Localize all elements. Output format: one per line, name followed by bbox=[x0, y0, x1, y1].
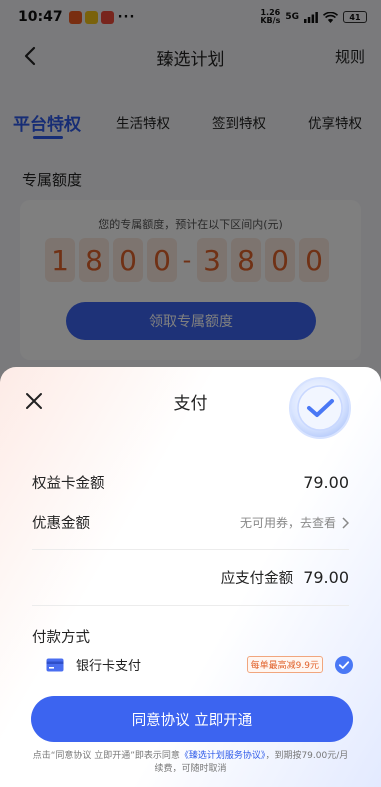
bank-card-label: 银行卡支付 bbox=[76, 659, 142, 674]
discount-label: 优惠金额 bbox=[32, 516, 90, 532]
payment-method-title: 付款方式 bbox=[32, 630, 90, 646]
payable-label: 应支付金额 bbox=[220, 571, 294, 587]
agreement-text: 点击“同意协议 立即开通”即表示同意《臻选计划服务协议》，到期按79.00元/月… bbox=[30, 750, 351, 776]
service-agreement-link[interactable]: 《臻选计划服务协议》 bbox=[180, 751, 266, 761]
benefit-card-amount: 79.00 bbox=[303, 473, 349, 492]
payable-row: 应支付金额 79.00 bbox=[221, 567, 349, 588]
benefit-card-row: 权益卡金额 79.00 bbox=[32, 472, 349, 493]
chevron-right-icon bbox=[342, 516, 349, 529]
bank-card-option[interactable]: 银行卡支付 每单最高减9.9元 bbox=[46, 655, 353, 674]
view-coupons-text: 无可用券，去查看 bbox=[239, 516, 336, 530]
divider bbox=[32, 605, 349, 606]
agree-and-open-button[interactable]: 同意协议 立即开通 bbox=[31, 696, 353, 742]
shield-check-icon bbox=[289, 377, 351, 439]
view-coupons-link[interactable]: 无可用券，去查看 bbox=[240, 514, 349, 531]
bank-card-icon bbox=[46, 658, 64, 671]
payment-sheet: 支付 权益卡金额 79.00 优惠金额 无可用券，去查看 应支付金额 79.00… bbox=[0, 367, 381, 787]
divider bbox=[32, 549, 349, 550]
payable-amount: 79.00 bbox=[303, 568, 349, 587]
agreement-prefix: 点击“同意协议 立即开通”即表示同意 bbox=[32, 751, 180, 761]
checked-circle-icon[interactable] bbox=[335, 655, 353, 674]
promo-badge: 每单最高减9.9元 bbox=[246, 656, 323, 673]
discount-row: 优惠金额 无可用券，去查看 bbox=[32, 512, 349, 533]
benefit-card-label: 权益卡金额 bbox=[32, 476, 105, 492]
